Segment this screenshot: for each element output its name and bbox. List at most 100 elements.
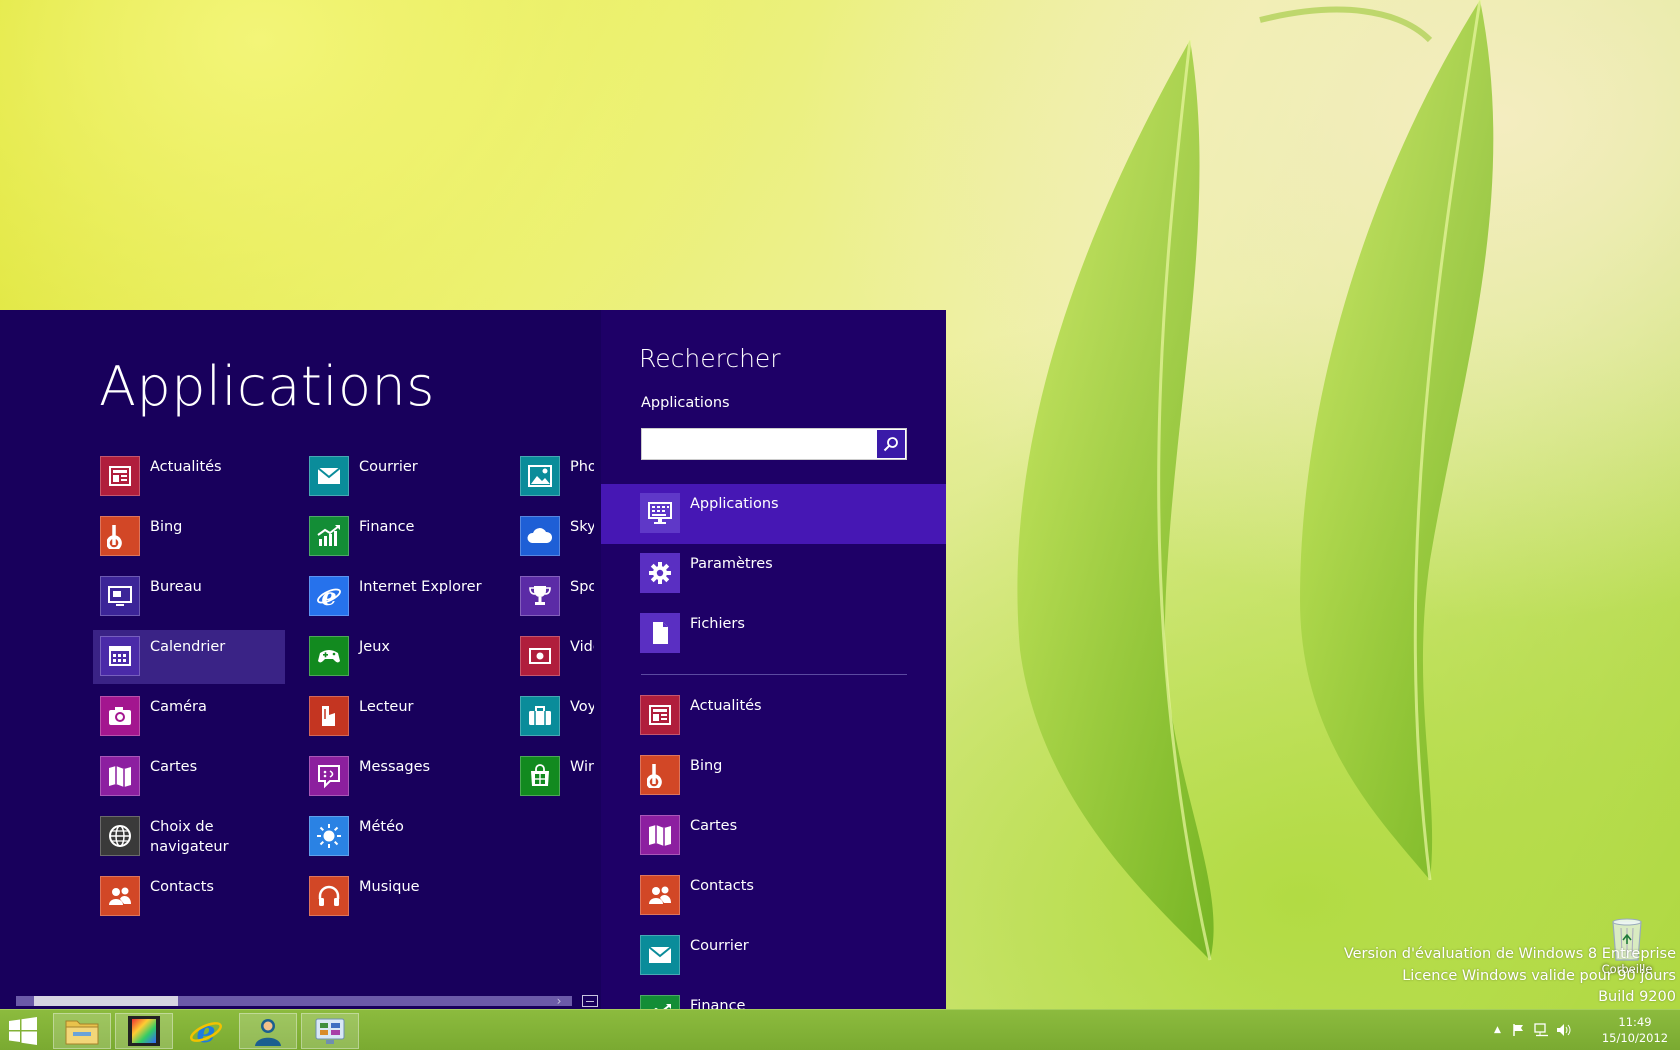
scroll-thumb[interactable]: [34, 996, 178, 1006]
magnifier-icon: [883, 437, 898, 452]
app-tile-label: Lecteur: [359, 699, 414, 715]
app-tile-icon: [520, 456, 560, 496]
search-scope-settings[interactable]: Paramètres: [601, 544, 946, 604]
app-tile-icon: [100, 756, 140, 796]
app-tile-icon: [100, 816, 140, 856]
search-result-item[interactable]: Finance: [601, 988, 946, 1010]
search-input[interactable]: [642, 429, 876, 459]
settings-icon: [649, 562, 671, 584]
app-tile[interactable]: Jeux: [302, 630, 494, 684]
app-tile-label: Bing: [150, 519, 183, 535]
app-tile[interactable]: Messages: [302, 750, 494, 804]
app-tile[interactable]: Windows Store: [513, 750, 601, 804]
app-tile-icon: [100, 636, 140, 676]
app-tile-icon: [100, 876, 140, 916]
app-tile-label: Vidéo: [570, 639, 594, 655]
app-tile-icon: [100, 456, 140, 496]
sports-icon: [529, 586, 551, 605]
app-tile-icon: [520, 516, 560, 556]
search-box: [641, 428, 907, 460]
app-tile[interactable]: Bureau: [93, 570, 285, 624]
app-tile[interactable]: Caméra: [93, 690, 285, 744]
app-tile[interactable]: Calendrier: [93, 630, 285, 684]
app-tile-icon: [520, 696, 560, 736]
app-tile-icon: [520, 576, 560, 616]
search-result-item[interactable]: Bing: [601, 748, 946, 808]
search-button[interactable]: [877, 430, 905, 458]
app-tile[interactable]: Choix de navigateur: [93, 810, 285, 864]
app-tile[interactable]: Musique: [302, 870, 494, 924]
files-icon: [653, 622, 668, 644]
media-app-button[interactable]: [115, 1013, 173, 1049]
app-tile-icon: [309, 876, 349, 916]
app-tile[interactable]: Actualités: [93, 450, 285, 504]
clock-date: 15/10/2012: [1601, 1031, 1669, 1045]
app-tile[interactable]: Météo: [302, 810, 494, 864]
internet-explorer-button[interactable]: e: [177, 1013, 235, 1049]
browser-choice-icon: [109, 825, 131, 847]
app-tile[interactable]: SkyDrive: [513, 510, 601, 564]
search-result-item[interactable]: Cartes: [601, 808, 946, 868]
app-tile-label: Photos: [570, 459, 594, 475]
search-result-item[interactable]: Courrier: [601, 928, 946, 988]
wallpaper-leaves: [1017, 0, 1494, 961]
user-icon: [255, 1019, 281, 1046]
start-button[interactable]: [0, 1013, 46, 1049]
scroll-right-arrow-icon[interactable]: ›: [551, 993, 567, 1009]
taskbar-clock[interactable]: 11:49 15/10/2012: [1600, 1014, 1670, 1046]
app-tile-label: Courrier: [359, 459, 418, 475]
search-result-item[interactable]: Contacts: [601, 868, 946, 928]
app-tile-label: Finance: [359, 519, 415, 535]
search-result-label: Bing: [690, 758, 723, 774]
search-result-label: Contacts: [690, 878, 754, 894]
app-tile-label: Cartes: [150, 759, 198, 775]
search-result-icon: [640, 815, 680, 855]
search-result-item[interactable]: Actualités: [601, 688, 946, 748]
internet-explorer-icon: e: [190, 1015, 222, 1047]
app-tile[interactable]: Vidéo: [513, 630, 601, 684]
watermark-line: Version d'évaluation de Windows 8 Entrep…: [1343, 946, 1676, 962]
file-explorer-button[interactable]: [53, 1013, 111, 1049]
search-result-icon: [640, 755, 680, 795]
network-icon[interactable]: [1534, 1023, 1550, 1037]
app-tile-icon: [309, 756, 349, 796]
store-icon: [531, 764, 549, 786]
action-center-flag-icon[interactable]: [1512, 1023, 1526, 1037]
app-tile-label: SkyDrive: [570, 519, 594, 535]
app-tile[interactable]: Cartes: [93, 750, 285, 804]
app-tile[interactable]: Courrier: [302, 450, 494, 504]
search-scope-files[interactable]: Fichiers: [601, 604, 946, 664]
semantic-zoom-button[interactable]: [582, 995, 598, 1007]
video-icon: [529, 648, 551, 664]
app-tile[interactable]: Contacts: [93, 870, 285, 924]
apps-horizontal-scrollbar[interactable]: ‹ ›: [0, 993, 601, 1009]
volume-icon[interactable]: [1556, 1023, 1572, 1037]
app-tile[interactable]: e Internet Explorer: [302, 570, 494, 624]
control-panel-button[interactable]: [301, 1013, 359, 1049]
skydrive-icon: [527, 528, 553, 543]
app-tile-label: Actualités: [150, 459, 222, 475]
app-tile[interactable]: Voyage: [513, 690, 601, 744]
user-app-button[interactable]: [239, 1013, 297, 1049]
mail-icon: [648, 946, 672, 963]
app-tile[interactable]: Photos: [513, 450, 601, 504]
app-tile[interactable]: Finance: [302, 510, 494, 564]
app-tile-icon: [520, 636, 560, 676]
search-charm-pane: Rechercher Applications Applications Para…: [601, 310, 946, 1010]
app-tile-label: Bureau: [150, 579, 202, 595]
app-tile[interactable]: Sport: [513, 570, 601, 624]
weather-icon: [317, 824, 341, 848]
contacts-icon: [649, 886, 671, 904]
search-scope-applications[interactable]: Applications: [601, 484, 946, 544]
app-tile[interactable]: Lecteur: [302, 690, 494, 744]
control-panel-icon: [315, 1018, 345, 1044]
bing-icon: [647, 764, 662, 788]
search-result-label: Courrier: [690, 938, 749, 954]
music-icon: [318, 885, 340, 906]
app-tile-label: Choix de navigateur: [150, 819, 229, 855]
app-tile-icon: [309, 516, 349, 556]
show-hidden-icons-icon[interactable]: ▲: [1494, 1025, 1501, 1035]
watermark-line: Licence Windows valide pour 90 jours: [1402, 967, 1676, 984]
app-tile[interactable]: Bing: [93, 510, 285, 564]
internet-explorer-icon: e: [317, 583, 341, 609]
